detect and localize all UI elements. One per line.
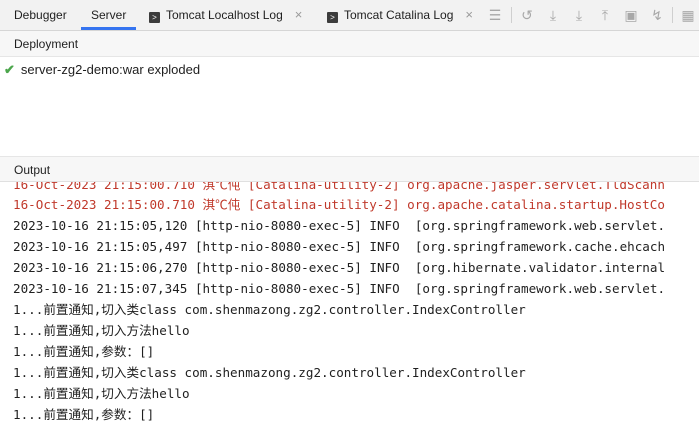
tab-tomcat-localhost-log[interactable]: > Tomcat Localhost Log ×: [149, 0, 302, 30]
console-line: 1...前置通知,切入方法hello: [13, 386, 190, 401]
download-icon[interactable]: ⤓: [571, 7, 587, 23]
deployment-header: Deployment: [0, 31, 699, 57]
close-icon[interactable]: ×: [465, 7, 473, 22]
grid-icon[interactable]: ▦: [680, 7, 696, 23]
deployment-title: Deployment: [14, 37, 79, 51]
deployment-item[interactable]: ✔ server-zg2-demo:war exploded: [4, 60, 200, 80]
console-line: 1...前置通知,切入类class com.shenmazong.zg2.con…: [13, 365, 526, 380]
deployment-item-label: server-zg2-demo:war exploded: [20, 62, 201, 77]
toolbar-separator: [672, 7, 673, 23]
filter-icon[interactable]: ↯: [649, 7, 665, 23]
tab-label: Tomcat Localhost Log: [166, 8, 283, 22]
console-line: 16-Oct-2023 21:15:00.710 淇℃伅 [Catalina-u…: [13, 197, 665, 212]
terminal-icon: >: [149, 12, 160, 23]
tab-server[interactable]: Server: [81, 0, 137, 30]
output-header: Output: [0, 156, 699, 182]
check-icon: ✔: [4, 62, 15, 77]
console-line: 1...前置通知,切入类class com.shenmazong.zg2.con…: [13, 302, 526, 317]
console-line: 2023-10-16 21:15:07,345 [http-nio-8080-e…: [13, 281, 666, 296]
output-title: Output: [14, 163, 51, 177]
close-icon[interactable]: ×: [295, 7, 303, 22]
console-line: 2023-10-16 21:15:06,270 [http-nio-8080-e…: [13, 260, 666, 275]
tab-label: Server: [91, 8, 127, 22]
terminal-icon: >: [327, 12, 338, 23]
tool-window-tabbar: Debugger Server > Tomcat Localhost Log × >…: [0, 0, 699, 31]
menu-icon[interactable]: ☰: [487, 7, 503, 23]
console-line: 1...前置通知,参数：[]: [13, 407, 155, 422]
console-line: 1...前置通知,切入方法hello: [13, 323, 190, 338]
console-line: 2023-10-16 21:15:05,120 [http-nio-8080-e…: [13, 218, 666, 233]
tab-label: Debugger: [14, 8, 67, 22]
output-console[interactable]: 16-Oct-2023 21:15:00.710 淇℃伅 [Catalina-u…: [0, 182, 699, 434]
console-line: 1...前置通知,参数：[]: [13, 344, 155, 359]
upload-icon[interactable]: ⤒: [597, 7, 613, 23]
tab-label: Tomcat Catalina Log: [344, 8, 454, 22]
restart-icon[interactable]: ↺: [519, 7, 535, 23]
tab-debugger[interactable]: Debugger: [14, 0, 67, 30]
layout-icon[interactable]: ▣: [623, 7, 639, 23]
console-line: 2023-10-16 21:15:05,497 [http-nio-8080-e…: [13, 239, 666, 254]
toolbar-separator: [511, 7, 512, 23]
download-icon[interactable]: ⤓: [545, 7, 561, 23]
tab-tomcat-catalina-log[interactable]: > Tomcat Catalina Log ×: [327, 0, 473, 30]
